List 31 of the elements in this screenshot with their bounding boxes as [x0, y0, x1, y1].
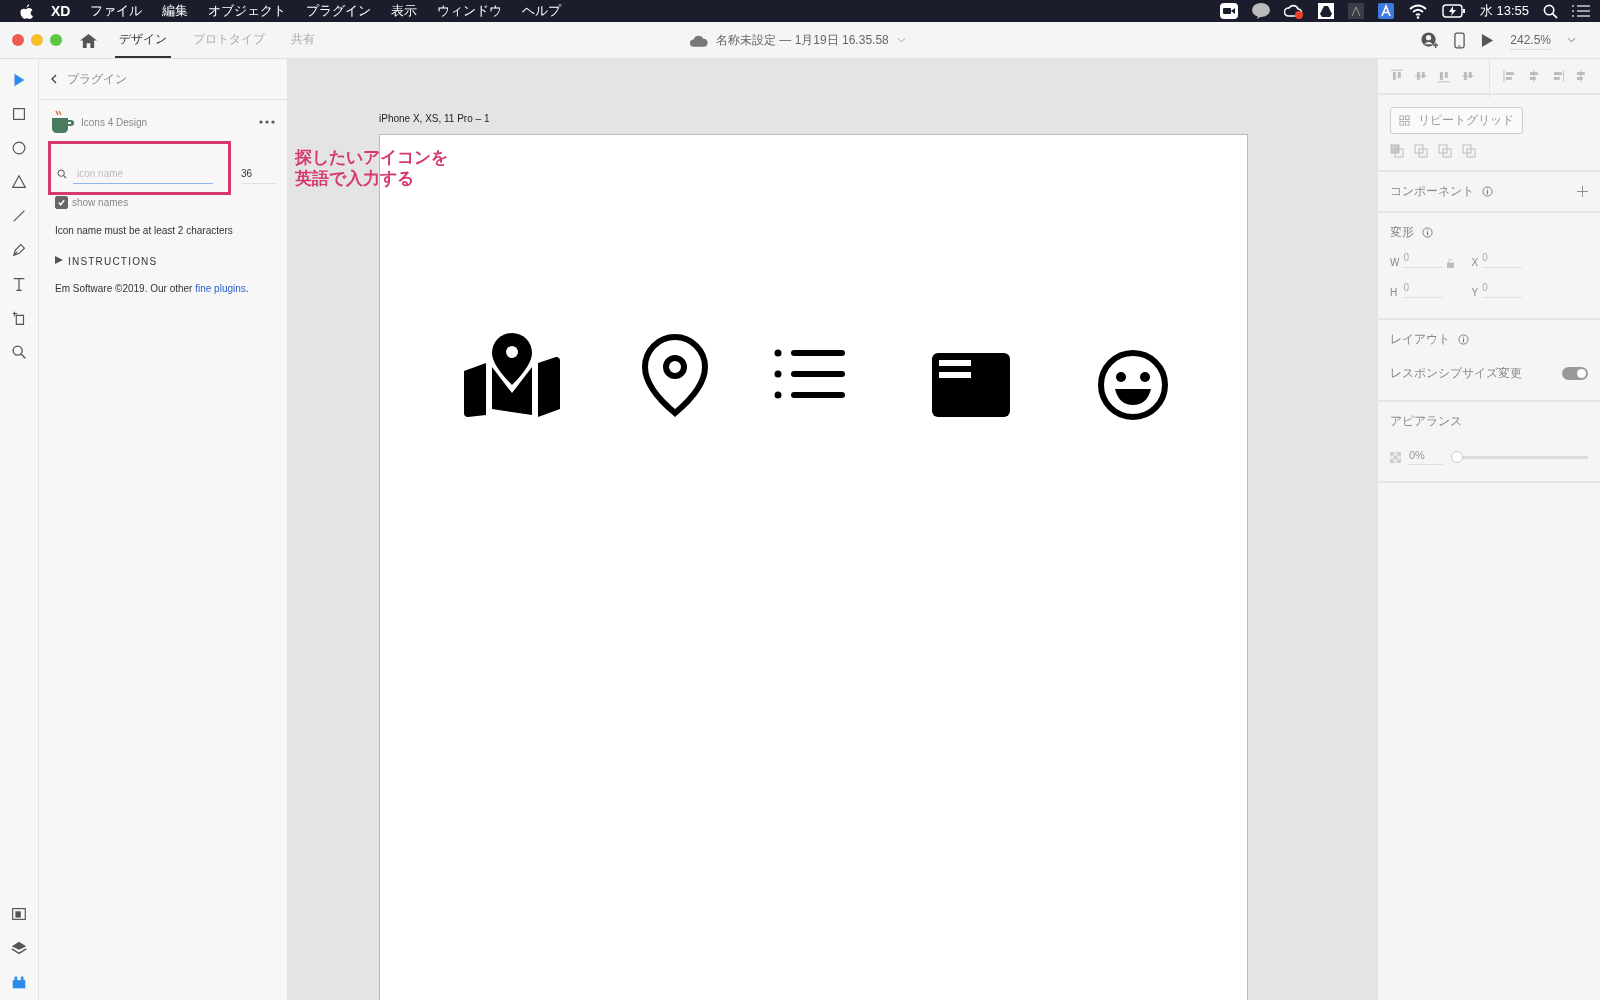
plugins-link[interactable]: fine plugins — [195, 283, 246, 294]
field-label: X — [1471, 257, 1479, 268]
field-label: W — [1390, 257, 1400, 268]
validation-message: Icon name must be at least 2 characters — [55, 225, 234, 236]
menu-item[interactable]: ウィンドウ — [437, 2, 503, 20]
section-title: 変形 — [1390, 225, 1414, 240]
menu-item[interactable]: ファイル — [90, 2, 143, 20]
field-label: Y — [1471, 287, 1479, 298]
zoom-level-field[interactable]: 242.5% — [1510, 30, 1551, 50]
menu-item[interactable]: 表示 — [391, 2, 418, 20]
app-menu[interactable]: XD — [51, 3, 71, 19]
clock: 水 13:55 — [1479, 2, 1529, 20]
instructions-toggle[interactable]: INSTRUCTIONS — [55, 256, 158, 267]
menu-item[interactable]: オブジェクト — [208, 2, 287, 20]
panel-title: プラグイン — [67, 70, 127, 88]
plugin-name: Icons 4 Design — [81, 116, 148, 128]
icon-size-field[interactable]: 36 — [241, 168, 277, 184]
section-title: レイアウト — [1390, 332, 1450, 347]
footer-text: Em Software ©2019. Our other fine plugins. — [55, 283, 250, 294]
section-title: コンポーネント — [1390, 184, 1474, 199]
annotation-text: 探したいアイコンを — [295, 147, 448, 168]
annotation-text: 英語で入力する — [295, 168, 415, 189]
artboard-label[interactable]: iPhone X, XS, 11 Pro – 1 — [379, 113, 490, 124]
responsive-resize-label: レスポンシブサイズ変更 — [1390, 365, 1522, 382]
section-title: アピアランス — [1390, 415, 1462, 427]
menu-item[interactable]: ヘルプ — [522, 2, 562, 20]
menu-item[interactable]: 編集 — [162, 2, 189, 20]
document-title[interactable]: 名称未設定 — 1月19日 16.35.58 — [716, 31, 889, 49]
field-label: H — [1390, 287, 1399, 298]
checkbox-label: show names — [72, 197, 129, 208]
menu-item[interactable]: プラグイン — [306, 2, 372, 20]
